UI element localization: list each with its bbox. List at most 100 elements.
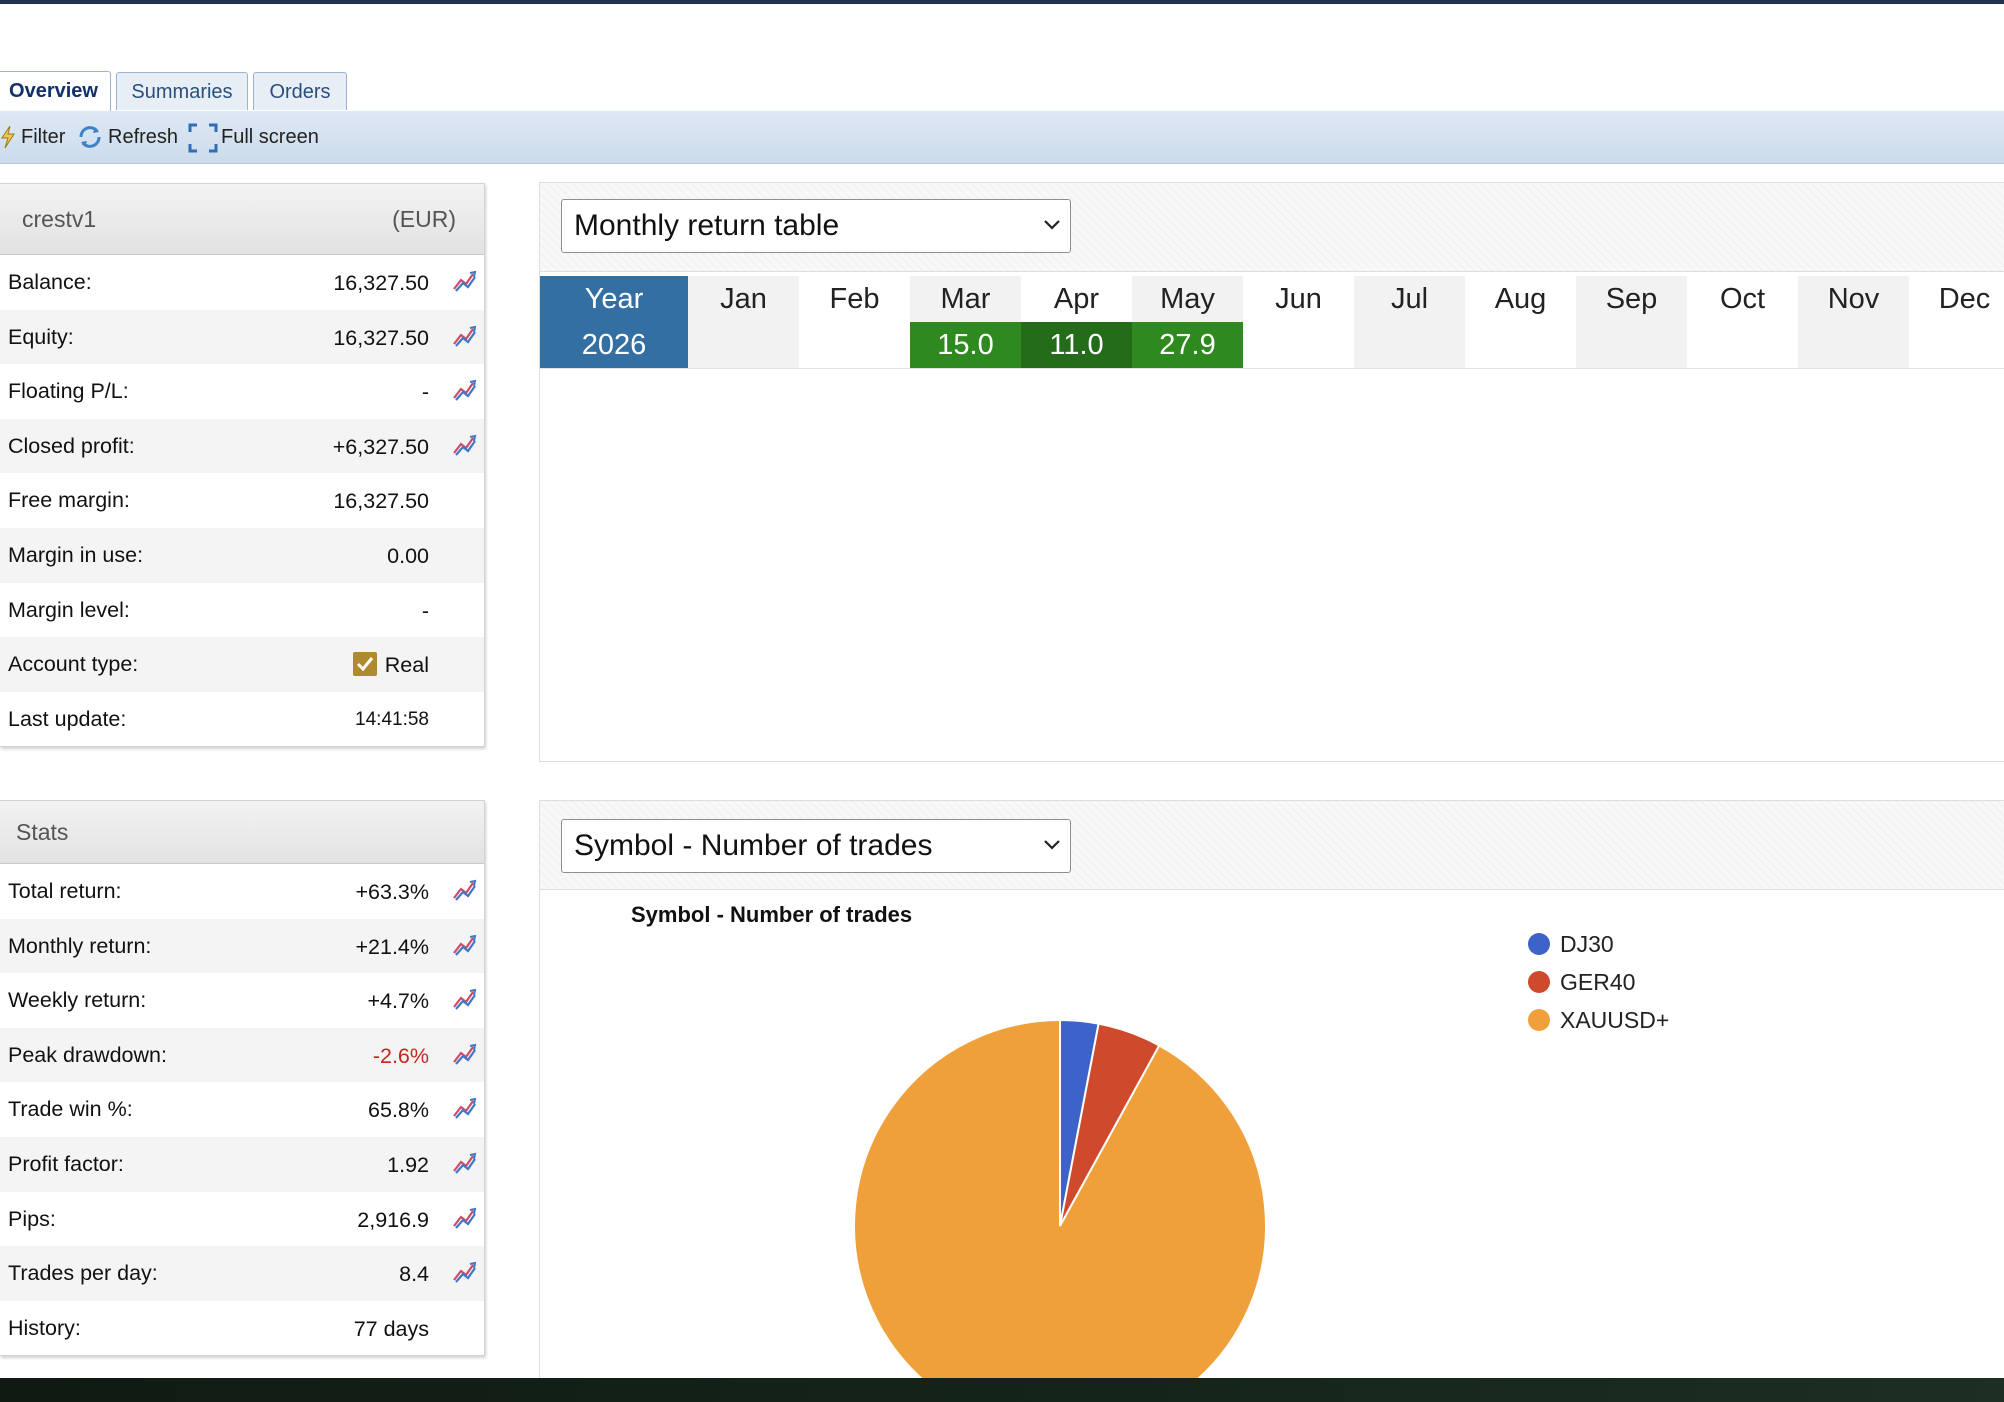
month-header: May xyxy=(1132,276,1243,322)
fullscreen-button[interactable]: Full screen xyxy=(188,111,319,163)
account-row: Account type: Real xyxy=(0,637,484,692)
tab-orders[interactable]: Orders xyxy=(253,72,347,110)
pie-slice-xauusd[interactable] xyxy=(853,1018,1267,1379)
stats-row-value: +4.7% xyxy=(367,973,429,1029)
account-row-label: Margin in use: xyxy=(8,542,144,567)
monthly-return-table: Year Jan Feb Mar Apr May Jun Jul Aug Sep Oct Nov Dec… xyxy=(540,276,2004,369)
filter-button[interactable]: Filter xyxy=(0,111,65,163)
tab-overview[interactable]: Overview xyxy=(0,71,111,111)
stats-row-value-text: -2.6% xyxy=(372,1043,429,1068)
legend-item[interactable]: GER40 xyxy=(1528,967,1635,997)
stats-row: Trades per day: 8.4 xyxy=(0,1246,484,1301)
account-row-value: 16,327.50 xyxy=(333,473,429,529)
stats-row-value-text: 1.92 xyxy=(387,1152,429,1177)
account-row-value: 16,327.50 xyxy=(333,310,429,366)
year-header: Year xyxy=(540,276,688,322)
stats-row-value-text: +63.3% xyxy=(355,880,429,904)
fullscreen-label: Full screen xyxy=(221,126,319,148)
account-row-value-text: Real xyxy=(384,653,429,678)
trend-chart-icon[interactable] xyxy=(451,877,477,903)
footer-bar xyxy=(0,1378,2004,1402)
account-row-value-text: +6,327.50 xyxy=(332,434,429,459)
month-return-cell xyxy=(1243,322,1354,368)
stats-row-label: Profit factor: xyxy=(8,1151,124,1176)
stats-row: Monthly return: +21.4% xyxy=(0,918,484,975)
stats-row-value: +63.3% xyxy=(355,864,429,920)
refresh-button[interactable]: Refresh xyxy=(77,111,178,163)
account-row: Floating P/L: - xyxy=(0,364,484,419)
account-row-value-text: 14:41:58 xyxy=(355,708,429,730)
account-row-value-text: 16,327.50 xyxy=(333,271,429,295)
month-return-cell xyxy=(1576,322,1687,368)
legend-item[interactable]: DJ30 xyxy=(1528,929,1614,959)
stats-row: Peak drawdown: -2.6% xyxy=(0,1027,484,1083)
symbol-view-select[interactable]: Symbol - Number of trades xyxy=(561,819,1071,873)
trend-chart-icon[interactable] xyxy=(451,268,477,294)
month-return-cell xyxy=(1909,322,2004,368)
stats-row-value: 2,916.9 xyxy=(357,1192,429,1248)
window-top-border xyxy=(0,0,2004,4)
trend-chart-icon[interactable] xyxy=(451,1095,477,1121)
month-header: Oct xyxy=(1719,283,1766,315)
trend-chart-icon[interactable] xyxy=(451,377,477,403)
month-return-cell xyxy=(799,322,910,368)
stats-row-label: Weekly return: xyxy=(8,988,147,1013)
tab-summaries[interactable]: Summaries xyxy=(116,72,248,110)
trend-chart-icon[interactable] xyxy=(451,323,477,349)
chevron-down-icon xyxy=(1044,840,1060,850)
legend-label: XAUUSD+ xyxy=(1560,1007,1670,1033)
month-header: Jan xyxy=(688,276,799,322)
account-row-label: Balance: xyxy=(8,270,92,294)
account-row-value-text: - xyxy=(421,380,429,405)
stats-row-label: History: xyxy=(8,1315,81,1340)
legend-dot-icon xyxy=(1528,933,1550,955)
account-row: Margin level: - xyxy=(0,583,484,638)
month-header: Dec xyxy=(1938,283,1991,315)
account-row-value: +6,327.50 xyxy=(333,419,429,475)
account-row: Last update: 14:41:58 xyxy=(0,692,484,747)
stats-row-label: Pips: xyxy=(8,1206,56,1231)
symbol-view-select-value: Symbol - Number of trades xyxy=(574,829,933,862)
trend-chart-icon[interactable] xyxy=(451,432,477,458)
legend-item[interactable]: XAUUSD+ xyxy=(1528,1005,1669,1035)
stats-row-value: 8.4 xyxy=(399,1246,429,1302)
symbol-trades-panel: Symbol - Number of trades Symbol - Numbe… xyxy=(539,800,2004,1380)
month-header: Nov xyxy=(1798,276,1909,322)
stats-row-value: 77 days xyxy=(354,1301,429,1357)
monthly-view-select[interactable]: Monthly return table xyxy=(561,199,1071,253)
month-header: Aug xyxy=(1494,283,1547,315)
stats-row-label: Trade win %: xyxy=(8,1097,133,1122)
stats-panel: Stats Total return: +63.3% Monthly return:… xyxy=(0,800,485,1357)
account-row: Balance: 16,327.50 xyxy=(0,255,484,310)
stats-row: Weekly return: +4.7% xyxy=(0,973,484,1028)
account-row-value: Real xyxy=(352,637,429,693)
filter-icon xyxy=(1,125,15,149)
account-panel: crestv1 (EUR) Balance: 16,327.50 Equity: 16… xyxy=(0,183,485,748)
trend-chart-icon[interactable] xyxy=(451,932,477,958)
trend-chart-icon[interactable] xyxy=(451,1259,477,1285)
stats-row-value-text: +21.4% xyxy=(355,934,429,959)
monthly-return-panel: Monthly return table Year Jan Feb Mar Apr May… xyxy=(539,182,2004,762)
tab-bar: Overview Summaries Orders xyxy=(0,70,2004,112)
stats-row: Total return: +63.3% xyxy=(0,864,484,919)
month-header: Mar xyxy=(910,276,1021,322)
stats-row-label: Monthly return: xyxy=(8,933,152,958)
year-cell: 2026 xyxy=(540,322,688,368)
trend-chart-icon[interactable] xyxy=(451,1150,477,1176)
account-row-value: 14:41:58 xyxy=(355,692,429,748)
stats-row: Pips: 2,916.9 xyxy=(0,1192,484,1247)
account-rows: Balance: 16,327.50 Equity: 16,327.50 Floatin… xyxy=(0,255,484,746)
trend-chart-icon[interactable] xyxy=(451,1041,477,1067)
filter-label: Filter xyxy=(21,126,66,148)
account-row-label: Floating P/L: xyxy=(8,379,129,404)
stats-row-value: +21.4% xyxy=(355,919,429,975)
stats-row-value-text: 8.4 xyxy=(399,1262,429,1287)
toolbar: Filter Refresh Full screen xyxy=(0,111,2004,164)
trend-chart-icon[interactable] xyxy=(451,1205,477,1231)
account-row-value: 16,327.50 xyxy=(333,255,429,311)
month-return-cell xyxy=(1354,322,1465,368)
monthly-view-select-value: Monthly return table xyxy=(574,209,840,242)
stats-panel-header: Stats xyxy=(0,801,484,864)
trend-chart-icon[interactable] xyxy=(451,986,477,1012)
account-row: Free margin: 16,327.50 xyxy=(0,473,484,528)
